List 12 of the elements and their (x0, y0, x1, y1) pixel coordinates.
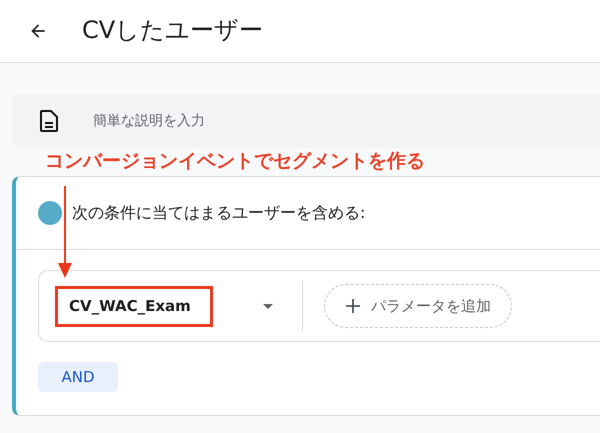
event-name[interactable]: CV_WAC_Exam (69, 297, 191, 315)
page-title: CVしたユーザー (82, 15, 264, 46)
and-button[interactable]: AND (38, 362, 118, 392)
annotation-text: コンバージョンイベントでセグメントを作る (45, 149, 426, 174)
dropdown-caret-icon[interactable] (263, 304, 273, 308)
plus-icon (345, 298, 361, 314)
add-parameter-button[interactable]: パラメータを追加 (324, 284, 512, 328)
description-input[interactable]: 簡単な説明を入力 (93, 106, 600, 136)
condition-heading: 次の条件に当てはまるユーザーを含める: (72, 202, 366, 224)
document-icon (40, 110, 58, 132)
status-dot (38, 201, 62, 225)
description-field[interactable]: 簡単な説明を入力 (12, 94, 600, 148)
